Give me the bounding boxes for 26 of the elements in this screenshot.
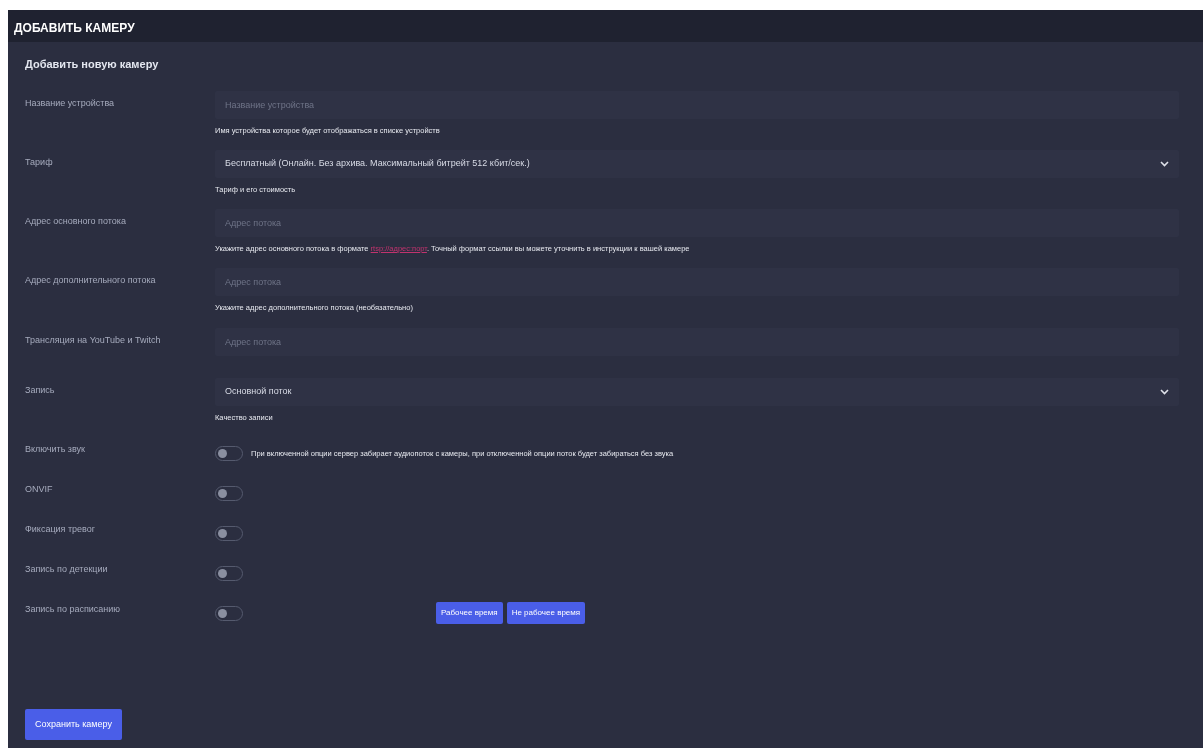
- toggle-switch[interactable]: [215, 445, 243, 461]
- field-label: Запись по расписанию: [25, 602, 122, 616]
- field-label: Трансляция на YouTube и Twitch: [25, 333, 162, 347]
- field-label: Тариф: [25, 155, 54, 169]
- field-label: Адрес дополнительного потока: [25, 274, 157, 288]
- chevron-down-icon: [1160, 388, 1169, 395]
- input-field[interactable]: Название устройства: [215, 90, 1179, 119]
- schedule-button[interactable]: Рабочее время: [436, 602, 503, 625]
- schedule-button[interactable]: Не рабочее время: [506, 602, 586, 625]
- chevron-down-icon: [1160, 160, 1169, 167]
- page-title: ДОБАВИТЬ КАМЕРУ: [8, 10, 1203, 42]
- form-title: Добавить новую камеру: [25, 57, 160, 72]
- save-button[interactable]: Сохранить камеру: [25, 708, 122, 740]
- field-label: ONVIF: [25, 482, 54, 496]
- select-field[interactable]: Основной поток: [215, 377, 1179, 406]
- toggle-switch[interactable]: [215, 605, 243, 621]
- field-label: Адрес основного потока: [25, 215, 127, 228]
- field-label: Запись по детекции: [25, 562, 109, 576]
- toggle-switch[interactable]: [215, 485, 243, 501]
- toggle-switch[interactable]: [215, 525, 243, 541]
- toggle-switch[interactable]: [215, 565, 243, 581]
- field-label: Запись: [25, 383, 56, 397]
- field-label: Включить звук: [25, 442, 87, 456]
- field-label: Фиксация тревог: [25, 522, 97, 536]
- select-field[interactable]: Бесплатный (Онлайн. Без архива. Максимальный битрейт 512 кбит/сек.): [215, 149, 1179, 178]
- field-label: Название устройства: [25, 96, 116, 110]
